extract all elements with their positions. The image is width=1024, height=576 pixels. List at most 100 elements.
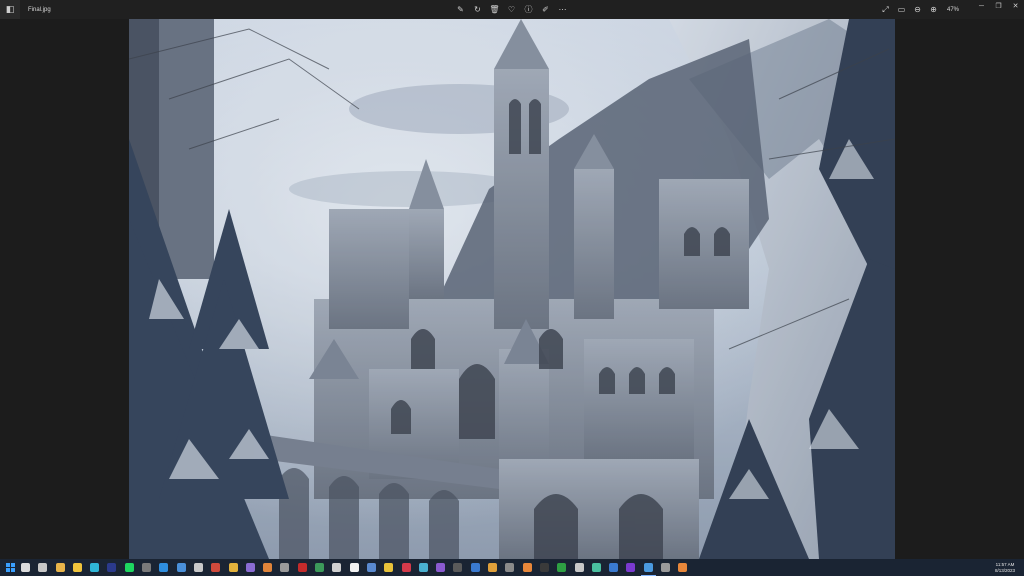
taskbar-app-icon-13[interactable] <box>364 560 379 575</box>
file-name: Final.jpg <box>28 6 51 13</box>
app-icon-18 <box>453 563 463 572</box>
pycharm-icon <box>107 563 117 572</box>
taskbar-app-icon-15[interactable] <box>399 560 414 575</box>
taskbar-app-icon-4[interactable] <box>191 560 206 575</box>
file-explorer-icon <box>72 563 82 572</box>
app-icon-24 <box>591 563 601 572</box>
taskbar-blender-icon[interactable] <box>520 560 535 575</box>
taskbar-app-icon-10[interactable] <box>312 560 327 575</box>
task-view-icon <box>38 563 48 572</box>
app-icon-22 <box>539 563 549 572</box>
view-toolbar: ⤢ ▭ ⊖ ⊕ 47% <box>880 0 959 19</box>
taskbar-app-icon-9[interactable] <box>295 560 310 575</box>
app-icon-21 <box>505 563 515 572</box>
taskbar-folder-app-icon[interactable] <box>53 560 68 575</box>
app-icon-3 <box>176 563 186 572</box>
taskbar-app-icon-12[interactable] <box>347 560 362 575</box>
taskbar-pycharm-icon[interactable] <box>104 560 119 575</box>
taskbar-app-icon-22[interactable] <box>537 560 552 575</box>
folder-app-icon <box>55 563 65 572</box>
windows-logo-icon <box>5 563 15 572</box>
taskbar-app-icon-21[interactable] <box>502 560 517 575</box>
app-icon-6 <box>245 563 255 572</box>
edit-draw-icon[interactable]: ✐ <box>540 4 551 15</box>
edge-icon <box>90 563 100 572</box>
taskbar-app-icon-7[interactable] <box>260 560 275 575</box>
taskbar-app-icon-11[interactable] <box>329 560 344 575</box>
spotify-icon <box>124 563 134 572</box>
app-icon-10 <box>315 563 325 572</box>
taskbar-app-icon-27[interactable] <box>658 560 673 575</box>
zoom-level[interactable]: 47% <box>947 7 959 13</box>
app-icon-23 <box>574 563 584 572</box>
chrome-icon <box>228 563 238 572</box>
app-icon-26 <box>626 563 636 572</box>
taskbar-search-icon[interactable] <box>18 560 33 575</box>
taskbar-app-icon-1[interactable] <box>139 560 154 575</box>
photos-app-icon: ◧ <box>0 0 20 19</box>
rotate-icon[interactable]: ↻ <box>472 4 483 15</box>
taskbar-app-icon-3[interactable] <box>174 560 189 575</box>
app-icon-13 <box>366 563 376 572</box>
taskbar-app-icon-26[interactable] <box>623 560 638 575</box>
title-bar: ◧ Final.jpg ✎ ↻ 🗑 ♡ ⓘ ✐ ⋯ ⤢ ▭ ⊖ ⊕ 47% ─ ❐ ✕ <box>0 0 1024 19</box>
fullscreen-icon[interactable]: ⤢ <box>880 4 891 15</box>
taskbar-app-icon-25[interactable] <box>606 560 621 575</box>
clock-date: 8/13/2023 <box>994 568 1016 573</box>
search-icon <box>21 563 30 572</box>
close-icon[interactable]: ✕ <box>1007 0 1024 12</box>
app-icon-15 <box>401 563 411 572</box>
info-icon[interactable]: ⓘ <box>523 4 534 15</box>
image-viewer[interactable] <box>129 19 895 559</box>
castle-photo <box>129 19 895 559</box>
taskbar-app-icon-19[interactable] <box>468 560 483 575</box>
taskbar-xbox-icon[interactable] <box>554 560 569 575</box>
image-toolbar: ✎ ↻ 🗑 ♡ ⓘ ✐ ⋯ <box>455 0 568 19</box>
taskbar-app-icon-20[interactable] <box>485 560 500 575</box>
taskbar-app-icon-8[interactable] <box>277 560 292 575</box>
zoom-in-icon[interactable]: ⊕ <box>928 4 939 15</box>
blender-icon-2 <box>678 563 688 572</box>
zoom-out-icon[interactable]: ⊖ <box>912 4 923 15</box>
favorite-icon[interactable]: ♡ <box>506 4 517 15</box>
more-options-icon[interactable]: ⋯ <box>557 4 568 15</box>
system-clock[interactable]: 11:57 AM 8/13/2023 <box>990 560 1020 576</box>
taskbar-chrome-icon[interactable] <box>226 560 241 575</box>
taskbar-app-icon-16[interactable] <box>416 560 431 575</box>
app-icon-1 <box>142 563 152 572</box>
app-icon-7 <box>263 563 273 572</box>
taskbar-app-icon-2[interactable] <box>156 560 171 575</box>
taskbar-photos-taskbar-icon[interactable] <box>640 560 656 576</box>
restore-icon[interactable]: ❐ <box>990 0 1007 12</box>
app-icon-25 <box>609 563 619 572</box>
edit-image-icon[interactable]: ✎ <box>455 4 466 15</box>
app-icon-11 <box>332 563 342 572</box>
app-icon-9 <box>297 563 307 572</box>
taskbar-app-icon-5[interactable] <box>208 560 223 575</box>
taskbar-app-icon-18[interactable] <box>450 560 465 575</box>
taskbar-file-explorer-icon[interactable] <box>70 560 85 575</box>
app-icon-8 <box>280 563 290 572</box>
blender-icon <box>522 563 532 572</box>
taskbar-blender-icon-2[interactable] <box>675 560 690 575</box>
taskbar-app-icon-17[interactable] <box>433 560 448 575</box>
app-icon-16 <box>418 563 428 572</box>
app-icon-4 <box>193 563 203 572</box>
start-button[interactable] <box>2 563 18 572</box>
minimize-icon[interactable]: ─ <box>973 0 990 12</box>
taskbar-edge-icon[interactable] <box>87 560 102 575</box>
taskbar-app-icon-14[interactable] <box>381 560 396 575</box>
taskbar-app-icon-6[interactable] <box>243 560 258 575</box>
taskbar-app-icon-23[interactable] <box>572 560 587 575</box>
delete-icon[interactable]: 🗑 <box>489 4 500 15</box>
xbox-icon <box>557 563 567 572</box>
taskbar-task-view-icon[interactable] <box>35 560 50 575</box>
app-icon-12 <box>349 563 359 572</box>
app-icon-2 <box>159 563 169 572</box>
taskbar-app-icon-24[interactable] <box>589 560 604 575</box>
taskbar <box>0 559 1024 576</box>
window-controls: ─ ❐ ✕ <box>973 0 1024 12</box>
taskbar-spotify-icon[interactable] <box>122 560 137 575</box>
fit-window-icon[interactable]: ▭ <box>896 4 907 15</box>
photos-taskbar-icon <box>643 562 653 572</box>
